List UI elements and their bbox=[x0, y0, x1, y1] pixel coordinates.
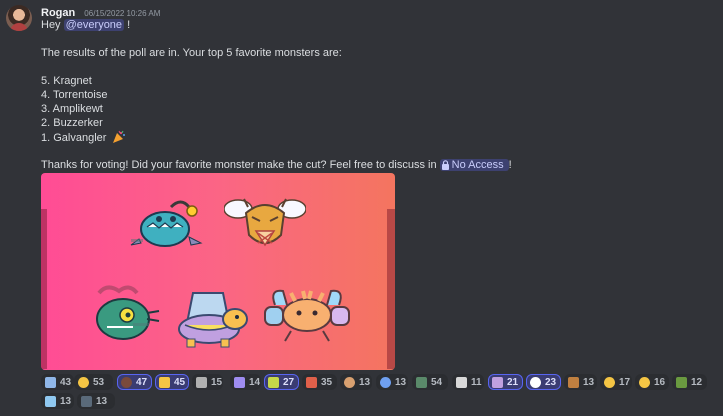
greeting-line: Hey @everyone ! bbox=[41, 18, 130, 32]
list-item-1-row: 1. Galvangler bbox=[41, 130, 126, 144]
snowflake-icon bbox=[45, 395, 56, 407]
heart-icon bbox=[121, 376, 132, 388]
ok-hand-icon bbox=[604, 376, 615, 388]
trophy-card-icon bbox=[456, 376, 467, 388]
party-popper-icon bbox=[112, 130, 125, 143]
reaction-blue-heart[interactable]: 13 bbox=[376, 374, 408, 390]
smile-face-icon bbox=[639, 376, 650, 388]
reaction-count: 11 bbox=[471, 376, 482, 388]
list-item-3: 3. Amplikewt bbox=[41, 103, 103, 115]
reaction-count: 13 bbox=[395, 376, 407, 388]
reaction-tamagotchi[interactable]: 14 bbox=[230, 374, 261, 390]
frog-thumbs-icon bbox=[268, 376, 279, 388]
reaction-count: 13 bbox=[60, 395, 72, 407]
reaction-snowflake[interactable]: 13 bbox=[41, 393, 74, 409]
lock-icon bbox=[441, 160, 449, 170]
kragnet-monster bbox=[96, 285, 160, 340]
reaction-count: 53 bbox=[93, 376, 105, 388]
reaction-raccoon[interactable]: 15 bbox=[192, 374, 223, 390]
reaction-count: 23 bbox=[545, 376, 557, 388]
channel-mention[interactable]: No Access bbox=[439, 159, 509, 171]
thanks-end: ! bbox=[508, 159, 512, 171]
reaction-count: 43 bbox=[60, 376, 72, 388]
reaction-sword[interactable]: 13 bbox=[77, 393, 115, 409]
reaction-thumbs-up[interactable]: 45 bbox=[155, 374, 189, 390]
cookie-icon bbox=[344, 376, 355, 388]
list-item-1: 1. Galvangler bbox=[41, 132, 107, 144]
reaction-count: 16 bbox=[654, 376, 666, 388]
reaction-dancing-monster[interactable]: 13 bbox=[564, 374, 597, 390]
buzzerker-monster bbox=[224, 198, 306, 247]
reaction-count: 13 bbox=[96, 395, 108, 407]
list-item-4: 4. Torrentoise bbox=[41, 89, 108, 101]
sparkle-wand-icon bbox=[492, 376, 503, 388]
reaction-count: 15 bbox=[211, 376, 223, 388]
reaction-heart[interactable]: 47 bbox=[117, 374, 152, 390]
reaction-count: 54 bbox=[431, 376, 443, 388]
list-item-2: 2. Buzzerker bbox=[41, 117, 103, 129]
reaction-count: 13 bbox=[583, 376, 595, 388]
list-item-5: 5. Kragnet bbox=[41, 75, 92, 87]
timestamp: 06/15/2022 10:26 AM bbox=[84, 9, 161, 18]
reaction-ok-hand[interactable]: 17 bbox=[600, 374, 632, 390]
reaction-count: 12 bbox=[691, 376, 703, 388]
reaction-count: 45 bbox=[174, 376, 186, 388]
everyone-mention[interactable]: @everyone bbox=[63, 19, 125, 31]
reaction-count: 21 bbox=[507, 376, 519, 388]
reaction-count: 35 bbox=[321, 376, 333, 388]
reaction-count: 27 bbox=[283, 376, 295, 388]
reaction-monster-cat[interactable]: 54 bbox=[412, 374, 448, 390]
reaction-eyes[interactable]: 23 bbox=[526, 374, 561, 390]
reaction-smile-face[interactable]: 16 bbox=[635, 374, 669, 390]
reaction-count: 17 bbox=[619, 376, 631, 388]
thumbs-up-icon bbox=[159, 376, 170, 388]
torrentoise-monster bbox=[178, 292, 248, 348]
chat-message: Rogan 06/15/2022 10:26 AM Hey @everyone … bbox=[0, 0, 723, 416]
thanks-text: Thanks for voting! Did your favorite mon… bbox=[41, 159, 437, 171]
raccoon-icon bbox=[196, 376, 207, 388]
greeting-end: ! bbox=[127, 19, 131, 31]
galvangler-monster bbox=[130, 200, 203, 247]
thanks-line: Thanks for voting! Did your favorite mon… bbox=[41, 158, 512, 172]
reaction-trophy-card[interactable]: 11 bbox=[452, 374, 484, 390]
reaction-cookie[interactable]: 13 bbox=[340, 374, 372, 390]
eyes-icon bbox=[530, 376, 541, 388]
reaction-count: 13 bbox=[359, 376, 371, 388]
pickle-icon bbox=[676, 376, 687, 388]
reaction-count: 14 bbox=[249, 376, 261, 388]
amplikewt-monster bbox=[264, 289, 350, 342]
blue-heart-icon bbox=[380, 376, 391, 388]
monster-cat-icon bbox=[416, 376, 427, 388]
reaction-sparkle-wand[interactable]: 21 bbox=[488, 374, 523, 390]
dancing-monster-icon bbox=[568, 376, 579, 388]
flag-icon bbox=[45, 376, 56, 388]
reaction-frog-thumbs[interactable]: 27 bbox=[264, 374, 299, 390]
channel-name: No Access bbox=[451, 159, 504, 171]
tamagotchi-icon bbox=[234, 376, 245, 388]
rainbow-flag-icon bbox=[306, 376, 317, 388]
reaction-count: 47 bbox=[136, 376, 148, 388]
user-avatar[interactable] bbox=[6, 5, 32, 31]
reaction-rainbow-flag[interactable]: 35 bbox=[302, 374, 337, 390]
reaction-pickle[interactable]: 12 bbox=[672, 374, 707, 390]
greeting-text: Hey bbox=[41, 19, 61, 31]
scream-face-icon bbox=[78, 376, 89, 388]
intro-text: The results of the poll are in. Your top… bbox=[41, 47, 342, 59]
sword-icon bbox=[81, 395, 92, 407]
reaction-flag[interactable]: 43 bbox=[41, 374, 74, 390]
monster-poll-image[interactable] bbox=[41, 173, 395, 370]
reaction-scream-face[interactable]: 53 bbox=[74, 374, 113, 390]
